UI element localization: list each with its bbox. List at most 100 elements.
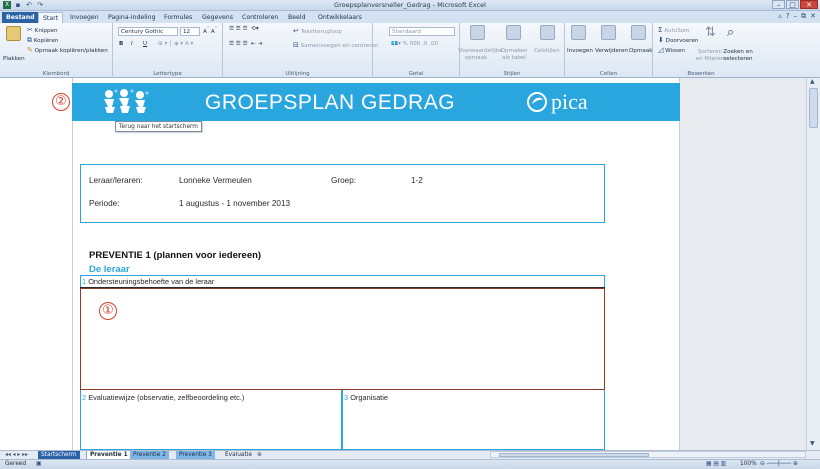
paste-icon[interactable] bbox=[6, 26, 21, 41]
group-value[interactable]: 1-2 bbox=[411, 176, 423, 185]
format-cells-button[interactable]: Opmaak bbox=[629, 48, 653, 54]
cell-styles-button[interactable]: Celstijlen bbox=[534, 48, 560, 54]
format-painter-label: Opmaak kopiëren/plakken bbox=[34, 48, 108, 54]
tab-view[interactable]: Beeld bbox=[284, 12, 310, 23]
minimize-button[interactable]: – bbox=[772, 0, 785, 9]
number-group: Standaard 💶▾ % 000 ,0 ,00 Getal bbox=[373, 23, 460, 78]
format-table-icon[interactable] bbox=[506, 25, 521, 40]
ribbon-tabs: Bestand Start Invoegen Pagina-indeling F… bbox=[0, 11, 820, 23]
conditional-format-icon[interactable] bbox=[470, 25, 485, 40]
font-name-select[interactable]: Century Gothic bbox=[118, 27, 178, 36]
find-select-button[interactable]: Zoeken en selecteren bbox=[723, 49, 753, 63]
bold-button[interactable]: B bbox=[119, 41, 123, 47]
clear-button[interactable]: ◿ Wissen bbox=[658, 46, 685, 54]
align-left-icon[interactable]: ☰ ☰ ☰ ⇤ ⇥ bbox=[229, 41, 262, 47]
selected-input-cell[interactable] bbox=[80, 288, 605, 390]
tab-formulas[interactable]: Formules bbox=[160, 12, 196, 23]
close-button[interactable]: ✕ bbox=[800, 0, 818, 9]
window-close-icon[interactable]: ✕ bbox=[810, 12, 816, 21]
horizontal-scrollbar[interactable] bbox=[490, 451, 806, 458]
callout-marker-1: ① bbox=[99, 302, 117, 320]
brand-logo: pica bbox=[527, 89, 588, 115]
delete-cells-button[interactable]: Verwijderen bbox=[595, 48, 628, 54]
scroll-up-icon[interactable]: ▲ bbox=[810, 78, 815, 85]
brush-icon: ✎ bbox=[27, 46, 33, 54]
window-restore-icon[interactable]: ⧉ bbox=[801, 12, 806, 21]
styles-group: Voorwaardelijke opmaak Opmaken als tabel… bbox=[458, 23, 565, 78]
copy-icon: ⧉ bbox=[27, 36, 32, 44]
copy-button[interactable]: ⧉ Kopiëren bbox=[27, 36, 58, 45]
italic-button[interactable]: I bbox=[131, 41, 133, 47]
autosum-button[interactable]: Σ AutoSom bbox=[658, 26, 690, 34]
styles-label: Stijlen bbox=[503, 71, 521, 77]
conditional-format-button[interactable]: Voorwaardelijke opmaak bbox=[458, 48, 502, 62]
font-size-select[interactable]: 12 bbox=[180, 27, 200, 36]
home-tooltip: Terug naar het startscherm bbox=[115, 121, 202, 132]
window-title: Groepsplanversneller_Gedrag - Microsoft … bbox=[334, 1, 486, 9]
font-group: Century Gothic 12 A˄ A˅ B I U ⊞ ▾ │ ◈ ▾ … bbox=[113, 23, 223, 78]
zoom-slider[interactable]: ⊖ ───┼─── ⊕ bbox=[760, 461, 798, 467]
ribbon: Plakken ✂ Knippen ⧉ Kopiëren ✎ Opmaak ko… bbox=[0, 23, 820, 78]
view-buttons-icon[interactable]: ▦ ▤ ▥ bbox=[706, 461, 726, 467]
macro-record-icon[interactable]: ▣ bbox=[36, 461, 41, 467]
cut-button[interactable]: ✂ Knippen bbox=[27, 26, 58, 34]
maximize-button[interactable]: □ bbox=[786, 0, 799, 9]
cell-styles-icon[interactable] bbox=[540, 25, 555, 40]
vertical-scrollbar[interactable]: ▲ ▼ bbox=[806, 78, 820, 450]
wrap-text-button[interactable]: ↵ Tekstterugloop bbox=[293, 27, 342, 35]
format-table-button[interactable]: Opmaken als tabel bbox=[496, 48, 532, 62]
horizontal-scroll-thumb[interactable] bbox=[499, 453, 649, 457]
tab-developer[interactable]: Ontwikkelaars bbox=[314, 12, 366, 23]
fill-icon: ⬇ bbox=[658, 36, 664, 44]
merge-icon: ⊟ bbox=[293, 41, 299, 49]
tab-start[interactable]: Start bbox=[38, 12, 64, 23]
pica-logo-icon bbox=[527, 92, 547, 112]
grow-font-icon[interactable]: A˄ A˅ bbox=[203, 27, 217, 35]
help-icon[interactable]: ? bbox=[786, 12, 790, 21]
teacher-label: Leraar/leraren: bbox=[89, 176, 143, 185]
currency-icon[interactable]: 💶▾ % 000 ,0 ,00 bbox=[391, 41, 438, 47]
sort-filter-icon[interactable]: ⇅ bbox=[705, 25, 720, 40]
underline-button[interactable]: U bbox=[143, 41, 147, 47]
binoculars-icon[interactable]: ⌕ bbox=[727, 25, 742, 40]
clipboard-label: Klembord bbox=[42, 71, 70, 77]
period-label: Periode: bbox=[89, 199, 120, 208]
tab-insert[interactable]: Invoegen bbox=[66, 12, 103, 23]
fill-button[interactable]: ⬇ Doorvoeren bbox=[658, 36, 698, 44]
insert-cells-icon[interactable] bbox=[571, 25, 586, 40]
number-label: Getal bbox=[408, 71, 424, 77]
period-value[interactable]: 1 augustus - 1 november 2013 bbox=[179, 199, 290, 208]
delete-cells-icon[interactable] bbox=[601, 25, 616, 40]
help-controls: ▵ ? – ⧉ ✕ bbox=[778, 12, 816, 21]
wrap-text-icon: ↵ bbox=[293, 27, 299, 35]
paste-button[interactable]: Plakken bbox=[3, 56, 25, 62]
window-minimize-icon[interactable]: – bbox=[794, 12, 798, 21]
zoom-level[interactable]: 100% bbox=[740, 461, 757, 467]
align-top-icon[interactable]: ☰ ☰ ☰ ⟲▾ bbox=[229, 26, 259, 32]
tab-file[interactable]: Bestand bbox=[2, 12, 39, 23]
minimize-ribbon-icon[interactable]: ▵ bbox=[778, 12, 782, 21]
format-painter-button[interactable]: ✎ Opmaak kopiëren/plakken bbox=[27, 46, 108, 54]
border-icon[interactable]: ⊞ ▾ │ ◈ ▾ A ▾ bbox=[158, 41, 193, 47]
info-box: Leraar/leraren: Lonneke Vermeulen Groep:… bbox=[80, 164, 605, 223]
evaluation-text: Evaluatiewijze (observatie, zelfbeoordel… bbox=[88, 393, 245, 402]
header-banner: GROEPSPLAN GEDRAG pica bbox=[72, 83, 680, 121]
home-button[interactable] bbox=[102, 88, 152, 116]
support-needs-text: Ondersteuningsbehoefte van de leraar bbox=[88, 277, 215, 286]
number-format-select[interactable]: Standaard bbox=[389, 27, 455, 36]
sort-filter-button[interactable]: Sorteren en filteren bbox=[695, 49, 725, 63]
teacher-value[interactable]: Lonneke Vermeulen bbox=[179, 176, 252, 185]
tab-data[interactable]: Gegevens bbox=[198, 12, 237, 23]
alignment-label: Uitlijning bbox=[285, 71, 310, 77]
tab-review[interactable]: Controleren bbox=[238, 12, 282, 23]
merge-center-button[interactable]: ⊟ Samenvoegen en centreren bbox=[293, 41, 378, 49]
tab-page-layout[interactable]: Pagina-indeling bbox=[104, 12, 160, 23]
insert-cells-button[interactable]: Invoegen bbox=[567, 48, 593, 54]
format-cells-icon[interactable] bbox=[631, 25, 646, 40]
scroll-thumb[interactable] bbox=[809, 88, 818, 128]
support-needs-number: 1 bbox=[82, 277, 87, 286]
scroll-down-icon[interactable]: ▼ bbox=[810, 440, 815, 447]
alignment-group: ☰ ☰ ☰ ⟲▾ ↵ Tekstterugloop ☰ ☰ ☰ ⇤ ⇥ ⊟ Sa… bbox=[223, 23, 378, 78]
fill-label: Doorvoeren bbox=[665, 38, 699, 44]
status-bar: Gereed ▣ ▦ ▤ ▥ 100% ⊖ ───┼─── ⊕ bbox=[0, 459, 820, 469]
